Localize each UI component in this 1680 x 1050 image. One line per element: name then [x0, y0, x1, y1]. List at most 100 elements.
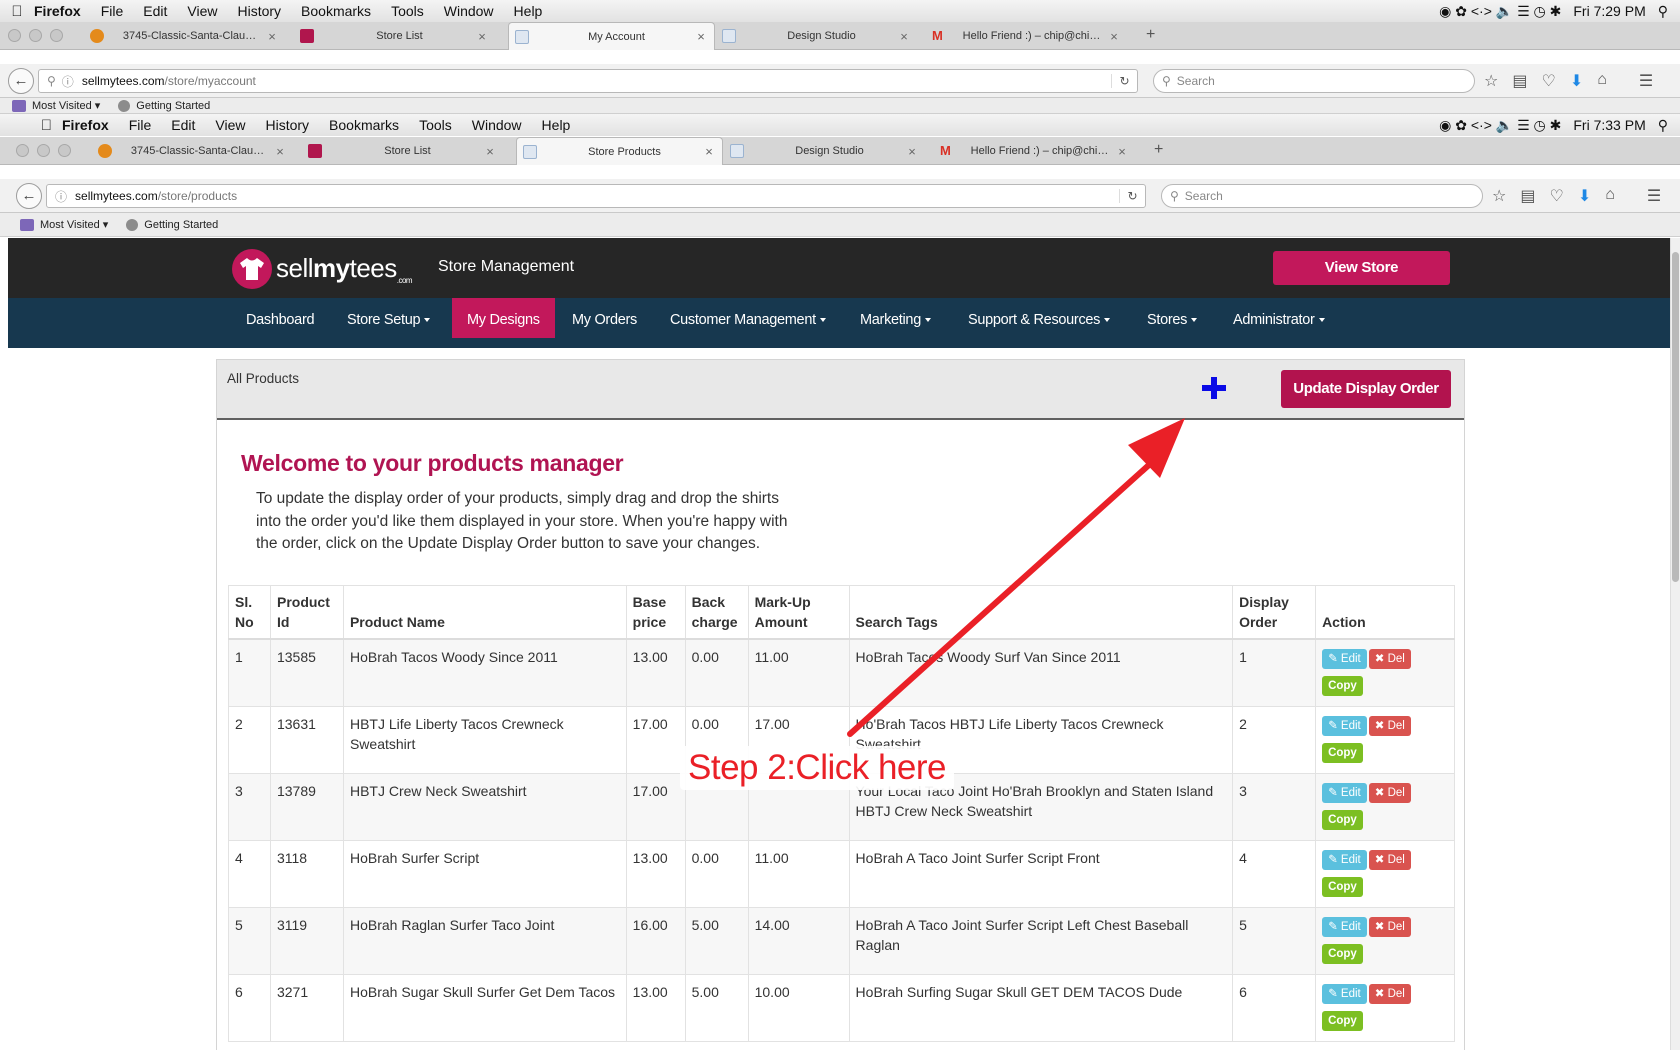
copy-button[interactable]: Copy: [1322, 809, 1363, 830]
hamburger-menu-icon[interactable]: ☰: [1639, 71, 1653, 91]
back-button[interactable]: ←: [8, 68, 34, 94]
delete-button[interactable]: ✖ Del: [1368, 782, 1411, 803]
apple-icon[interactable]: : [0, 3, 34, 20]
close-icon[interactable]: ×: [897, 29, 911, 44]
download-icon[interactable]: ⬇: [1578, 186, 1591, 206]
menu-view[interactable]: View: [215, 117, 245, 133]
close-icon[interactable]: ×: [483, 144, 497, 159]
tab-my-account[interactable]: My Account ×: [508, 22, 715, 50]
tab-santa[interactable]: 3745-Classic-Santa-Clau… ×: [98, 137, 293, 165]
tab-santa[interactable]: 3745-Classic-Santa-Clau… ×: [90, 22, 285, 50]
menubar-clock[interactable]: Fri 7:33 PM: [1573, 117, 1645, 133]
close-icon[interactable]: ×: [1115, 144, 1129, 159]
window-controls[interactable]: [8, 29, 63, 42]
copy-button[interactable]: Copy: [1322, 742, 1363, 763]
new-tab-button[interactable]: +: [1146, 26, 1155, 44]
window-controls[interactable]: [16, 144, 71, 157]
nav-store-setup[interactable]: Store Setup: [347, 298, 431, 338]
plus-icon[interactable]: [1200, 375, 1228, 403]
delete-button[interactable]: ✖ Del: [1368, 983, 1411, 1004]
new-tab-button[interactable]: +: [1154, 141, 1163, 159]
bookmark-star-icon[interactable]: ☆: [1484, 71, 1498, 91]
menu-app[interactable]: Firefox: [62, 117, 109, 133]
nav-my-designs[interactable]: My Designs: [452, 298, 555, 338]
table-row[interactable]: 1 13585 HoBrah Tacos Woody Since 2011 13.00…: [228, 638, 1455, 707]
copy-button[interactable]: Copy: [1322, 676, 1363, 696]
column-header[interactable]: Base price: [625, 585, 686, 640]
edit-button[interactable]: ✎ Edit: [1322, 649, 1367, 669]
menu-tools[interactable]: Tools: [391, 3, 424, 19]
delete-button[interactable]: ✖ Del: [1368, 849, 1411, 870]
search-input[interactable]: ⚲ Search: [1161, 184, 1483, 208]
scrollbar-thumb[interactable]: [1672, 252, 1679, 582]
delete-button[interactable]: ✖ Del: [1368, 916, 1411, 937]
close-icon[interactable]: ×: [273, 144, 287, 159]
menu-bookmarks[interactable]: Bookmarks: [301, 3, 371, 19]
tab-store-list[interactable]: Store List ×: [300, 22, 495, 50]
nav-stores[interactable]: Stores: [1147, 298, 1198, 338]
status-icons[interactable]: ◉ ✿ <·> 🔈 ☰ ◷ ✱: [1439, 117, 1561, 134]
info-icon[interactable]: ⓘ: [55, 188, 67, 205]
close-icon[interactable]: ×: [905, 144, 919, 159]
menu-edit[interactable]: Edit: [143, 3, 167, 19]
close-icon[interactable]: ×: [475, 29, 489, 44]
menu-file[interactable]: File: [101, 3, 124, 19]
tab-store-products[interactable]: Store Products ×: [516, 137, 723, 165]
info-icon[interactable]: ⓘ: [62, 73, 74, 90]
menu-view[interactable]: View: [187, 3, 217, 19]
bookmark-most-visited[interactable]: Most Visited ▾: [20, 218, 108, 231]
bookmark-getting-started[interactable]: Getting Started: [118, 99, 210, 112]
menu-help[interactable]: Help: [542, 117, 571, 133]
download-icon[interactable]: ⬇: [1570, 71, 1583, 91]
tab-store-list[interactable]: Store List ×: [308, 137, 503, 165]
nav-customer-management[interactable]: Customer Management: [670, 298, 826, 338]
menu-app[interactable]: Firefox: [34, 3, 81, 19]
nav-dashboard[interactable]: Dashboard: [246, 298, 315, 338]
nav-marketing[interactable]: Marketing: [860, 298, 931, 338]
column-header[interactable]: Search Tags: [848, 585, 1234, 640]
table-row[interactable]: 5 3119 HoBrah Raglan Surfer Taco Joint 16.0…: [228, 906, 1455, 975]
column-header[interactable]: Display Order: [1232, 585, 1317, 640]
sellmytees-logo[interactable]: sellmytees.com: [232, 249, 413, 289]
tab-gmail[interactable]: M Hello Friend :) – chip@chi… ×: [932, 22, 1127, 50]
table-row[interactable]: 4 3118 HoBrah Surfer Script 13.00 0.00 11.00 H…: [228, 839, 1455, 908]
reload-icon[interactable]: ↻: [1111, 74, 1137, 88]
search-input[interactable]: ⚲ Search: [1153, 69, 1475, 93]
tab-gmail[interactable]: M Hello Friend :) – chip@chi… ×: [940, 137, 1135, 165]
copy-button[interactable]: Copy: [1322, 876, 1363, 897]
close-icon[interactable]: ×: [702, 144, 716, 159]
column-header[interactable]: Mark-Up Amount: [747, 585, 850, 640]
nav-my-orders[interactable]: My Orders: [572, 298, 637, 338]
menubar-clock[interactable]: Fri 7:29 PM: [1573, 3, 1645, 19]
bookmark-getting-started[interactable]: Getting Started: [126, 218, 218, 231]
reload-icon[interactable]: ↻: [1119, 189, 1145, 203]
reading-list-icon[interactable]: ▤: [1512, 71, 1527, 91]
pocket-icon[interactable]: ♡: [1541, 71, 1555, 91]
menu-window[interactable]: Window: [444, 3, 494, 19]
close-icon[interactable]: ×: [265, 29, 279, 44]
delete-button[interactable]: ✖ Del: [1368, 649, 1411, 669]
menu-bookmarks[interactable]: Bookmarks: [329, 117, 399, 133]
reading-list-icon[interactable]: ▤: [1520, 186, 1535, 206]
delete-button[interactable]: ✖ Del: [1368, 715, 1411, 736]
spotlight-icon[interactable]: ⚲: [1658, 117, 1668, 134]
update-display-order-button[interactable]: Update Display Order: [1281, 370, 1451, 408]
edit-button[interactable]: ✎ Edit: [1322, 782, 1367, 803]
column-header[interactable]: Action: [1315, 585, 1455, 640]
close-icon[interactable]: ×: [694, 29, 708, 44]
bookmark-star-icon[interactable]: ☆: [1492, 186, 1506, 206]
menu-history[interactable]: History: [265, 117, 309, 133]
spotlight-icon[interactable]: ⚲: [1658, 3, 1668, 20]
apple-icon[interactable]: : [0, 117, 62, 134]
view-store-button[interactable]: View Store: [1273, 251, 1450, 285]
column-header[interactable]: Sl. No: [228, 585, 271, 640]
column-header[interactable]: Product Name: [342, 585, 627, 640]
copy-button[interactable]: Copy: [1322, 943, 1363, 964]
table-row[interactable]: 6 3271 HoBrah Sugar Skull Surfer Get Dem T…: [228, 973, 1455, 1042]
column-header[interactable]: Back charge: [684, 585, 749, 640]
menu-file[interactable]: File: [129, 117, 152, 133]
hamburger-menu-icon[interactable]: ☰: [1647, 186, 1661, 206]
status-icons[interactable]: ◉ ✿ <·> 🔈 ☰ ◷ ✱: [1439, 3, 1561, 20]
url-bar[interactable]: ⚲ ⓘ sellmytees.com/store/myaccount ↻: [38, 69, 1138, 93]
home-icon[interactable]: ⌂: [1605, 186, 1615, 206]
